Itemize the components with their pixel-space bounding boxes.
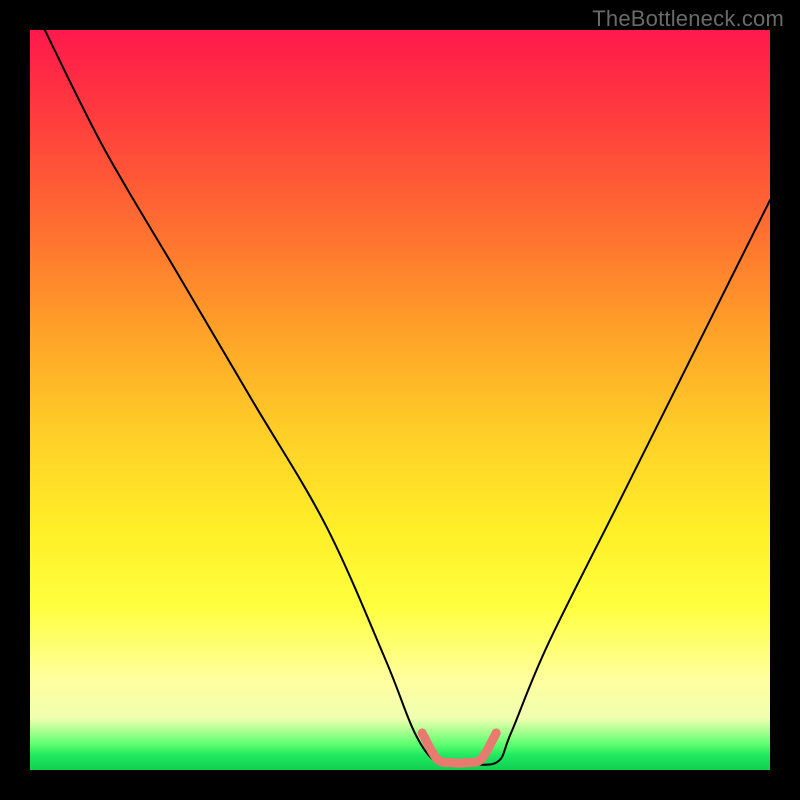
optimal-band-line	[422, 733, 496, 763]
chart-plot-area	[30, 30, 770, 770]
bottleneck-curve-line	[45, 30, 770, 765]
chart-frame: TheBottleneck.com	[0, 0, 800, 800]
chart-svg	[30, 30, 770, 770]
watermark-text: TheBottleneck.com	[592, 6, 784, 32]
